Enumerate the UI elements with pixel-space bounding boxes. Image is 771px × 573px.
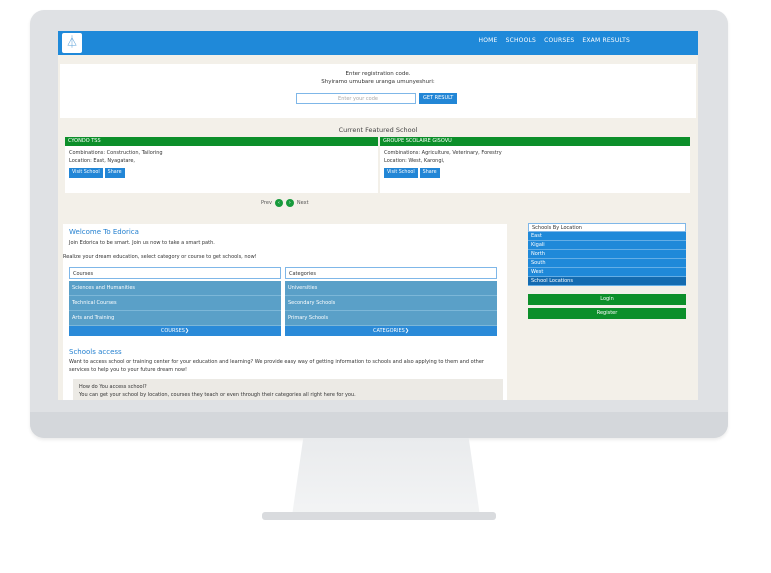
featured-pager: Prev ‹ › Next: [261, 199, 309, 207]
categories-more-button[interactable]: CATEGORIES❯: [285, 326, 497, 336]
registration-code-input[interactable]: Enter your code: [296, 93, 416, 104]
visit-school-button[interactable]: Visit School: [384, 168, 418, 178]
register-button[interactable]: Register: [528, 308, 686, 319]
welcome-panel: Welcome To Edorica Join Edorica to be sm…: [63, 224, 507, 400]
how-answer: You can get your school by location, cou…: [79, 392, 356, 398]
featured-school-card: GROUPE SCOLAIRE GISOVU Combinations: Agr…: [380, 137, 690, 193]
schools-access-text: Want to access school or training center…: [69, 359, 484, 373]
schools-access-title: Schools access: [69, 348, 122, 356]
categories-list: Universities Secondary Schools Primary S…: [285, 281, 497, 336]
prev-label[interactable]: Prev: [261, 200, 272, 206]
registration-prompt: Enter registration code.: [345, 71, 411, 77]
monitor-base: [262, 512, 496, 520]
location-item-west[interactable]: West: [528, 268, 686, 277]
nav-links: HOME SCHOOLS COURSES EXAM RESULTS: [479, 37, 630, 44]
category-item[interactable]: Universities: [285, 281, 497, 296]
visit-school-button[interactable]: Visit School: [69, 168, 103, 178]
welcome-text: Join Edorica to be smart. Join us now to…: [69, 240, 215, 246]
category-item[interactable]: Primary Schools: [285, 311, 497, 326]
school-combinations: Combinations: Construction, Tailoring: [69, 150, 163, 156]
course-item[interactable]: Sciences and Humanities: [69, 281, 281, 296]
nav-exam-results[interactable]: EXAM RESULTS: [582, 37, 630, 44]
welcome-title: Welcome To Edorica: [69, 228, 139, 236]
next-label[interactable]: Next: [297, 200, 309, 206]
course-item[interactable]: Technical Courses: [69, 296, 281, 311]
screen: ⏃ HOME SCHOOLS COURSES EXAM RESULTS Ente…: [58, 31, 698, 400]
course-item[interactable]: Arts and Training: [69, 311, 281, 326]
courses-select[interactable]: Courses: [69, 267, 281, 279]
share-button[interactable]: Share: [104, 168, 125, 178]
school-combinations: Combinations: Agriculture, Veterinary, F…: [384, 150, 502, 156]
how-question: How do You access school?: [79, 384, 147, 390]
courses-more-button[interactable]: COURSES❯: [69, 326, 281, 336]
school-locations-link[interactable]: School Locations: [528, 277, 686, 286]
navbar: ⏃ HOME SCHOOLS COURSES EXAM RESULTS: [58, 31, 698, 55]
how-to-access-box: How do You access school? You can get yo…: [73, 379, 503, 400]
registration-panel: Enter registration code. Shyiramo umubar…: [60, 64, 696, 118]
nav-home[interactable]: HOME: [479, 37, 498, 44]
school-location: Location: East, Nyagatare,: [69, 158, 136, 164]
featured-school-card: CYONDO TSS Combinations: Construction, T…: [65, 137, 378, 193]
school-location: Location: West, Karongi,: [384, 158, 445, 164]
location-item-east[interactable]: East: [528, 232, 686, 241]
location-item-south[interactable]: South: [528, 259, 686, 268]
realize-text: Realize your dream education, select cat…: [63, 254, 257, 260]
prev-arrow-icon[interactable]: ‹: [274, 199, 283, 207]
category-item[interactable]: Secondary Schools: [285, 296, 497, 311]
monitor-stand: [292, 438, 480, 516]
share-button[interactable]: Share: [419, 168, 440, 178]
login-button[interactable]: Login: [528, 294, 686, 305]
edorica-logo[interactable]: ⏃: [62, 33, 82, 53]
monitor-chin: [30, 412, 728, 438]
school-name[interactable]: CYONDO TSS: [65, 137, 378, 146]
location-item-kigali[interactable]: Kigali: [528, 241, 686, 250]
nav-courses[interactable]: COURSES: [544, 37, 574, 44]
categories-select[interactable]: Categories: [285, 267, 497, 279]
courses-list: Sciences and Humanities Technical Course…: [69, 281, 281, 336]
location-header: Schools By Location: [528, 223, 686, 232]
registration-prompt-kinyarwanda: Shyiramo umubare uranga umunyeshuri:: [321, 79, 435, 85]
location-item-north[interactable]: North: [528, 250, 686, 259]
featured-school-title: Current Featured School: [338, 126, 418, 134]
schools-by-location-panel: Schools By Location East Kigali North So…: [528, 223, 686, 319]
nav-schools[interactable]: SCHOOLS: [506, 37, 537, 44]
get-result-button[interactable]: GET RESULT: [419, 93, 458, 104]
next-arrow-icon[interactable]: ›: [285, 199, 294, 207]
school-name[interactable]: GROUPE SCOLAIRE GISOVU: [380, 137, 690, 146]
